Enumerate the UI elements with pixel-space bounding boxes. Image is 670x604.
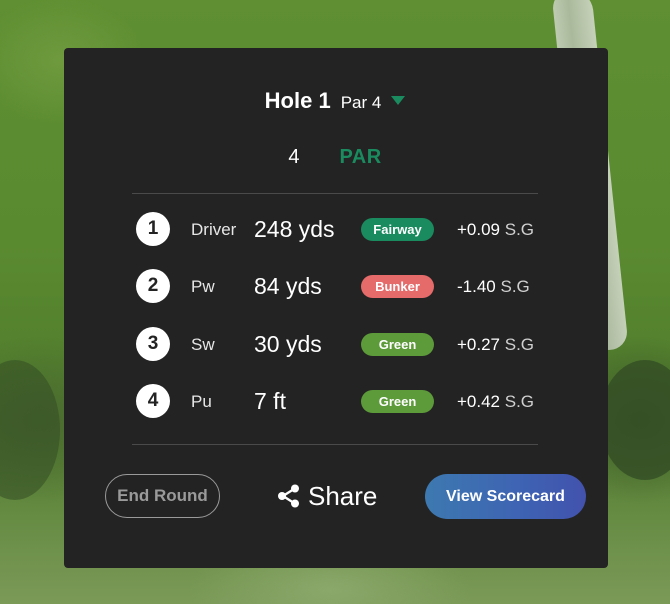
shot-distance: 84 yds — [254, 273, 322, 299]
shot-number-badge: 3 — [136, 327, 170, 361]
background-trees — [600, 360, 670, 480]
sg-value: +0.09 — [457, 220, 501, 239]
divider-top — [132, 193, 538, 194]
lie-badge: Fairway — [361, 218, 434, 241]
view-scorecard-button[interactable]: View Scorecard — [425, 474, 586, 519]
shot-row[interactable]: 3 Sw 30 yds Green +0.27 S.G — [136, 327, 556, 363]
lie-badge: Bunker — [361, 275, 434, 298]
sg-value: +0.27 — [457, 335, 501, 354]
shot-club: Sw — [191, 335, 215, 354]
shot-number-badge: 2 — [136, 269, 170, 303]
shot-distance: 7 ft — [254, 388, 286, 414]
share-button[interactable]: Share — [276, 476, 386, 516]
hole-title: Hole 1 — [264, 88, 331, 113]
sg-unit: S.G — [504, 335, 535, 354]
sg-unit: S.G — [500, 277, 530, 296]
shot-row[interactable]: 2 Pw 84 yds Bunker -1.40 S.G — [136, 269, 556, 305]
shot-club: Driver — [191, 220, 237, 239]
strokes-gained: +0.42 S.G — [457, 392, 534, 412]
caret-down-icon — [391, 95, 406, 105]
strokes-gained: +0.09 S.G — [457, 220, 534, 240]
shot-number-badge: 1 — [136, 212, 170, 246]
shot-distance: 30 yds — [254, 331, 322, 357]
share-label: Share — [308, 480, 378, 511]
hole-score: 4 PAR — [0, 146, 670, 169]
stroke-count: 4 — [288, 146, 300, 168]
shot-number-badge: 4 — [136, 384, 170, 418]
shot-row[interactable]: 1 Driver 248 yds Fairway +0.09 S.G — [136, 212, 556, 248]
share-icon — [278, 484, 299, 508]
par-label: Par 4 — [340, 93, 382, 112]
divider-bottom — [132, 444, 538, 445]
par-selector[interactable]: Par 4 — [341, 93, 406, 113]
lie-badge: Green — [361, 390, 434, 413]
hole-header: Hole 1 Par 4 — [0, 88, 670, 114]
shot-distance: 248 yds — [254, 216, 335, 242]
sg-value: -1.40 — [457, 277, 496, 296]
lie-badge: Green — [361, 333, 434, 356]
sg-value: +0.42 — [457, 392, 501, 411]
shot-club: Pw — [191, 277, 215, 296]
strokes-gained: +0.27 S.G — [457, 335, 534, 355]
end-round-button[interactable]: End Round — [105, 474, 220, 518]
shot-club: Pu — [191, 392, 212, 411]
background-trees-left — [0, 360, 60, 500]
strokes-gained: -1.40 S.G — [457, 277, 530, 297]
sg-unit: S.G — [504, 392, 535, 411]
sg-unit: S.G — [504, 220, 535, 239]
score-result: PAR — [339, 146, 382, 168]
shot-row[interactable]: 4 Pu 7 ft Green +0.42 S.G — [136, 384, 556, 420]
